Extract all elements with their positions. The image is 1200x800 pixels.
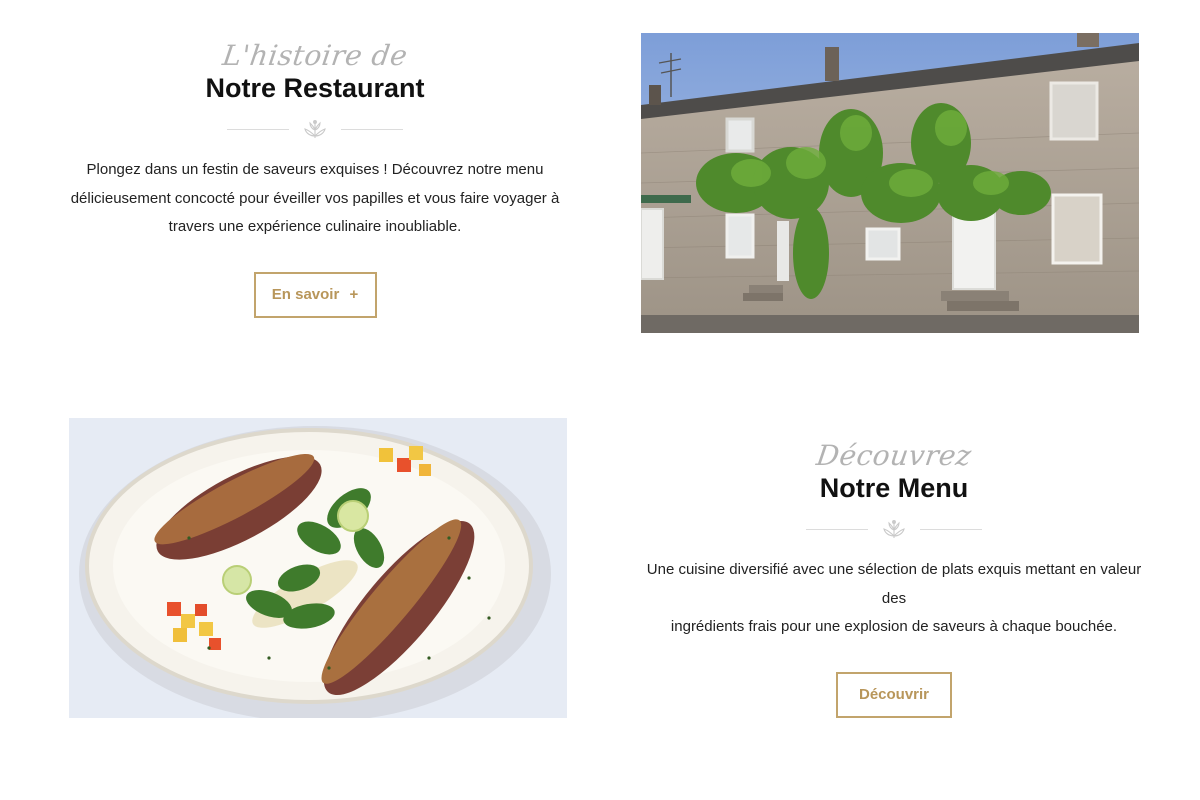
divider-line	[341, 129, 403, 130]
story-paragraph-line: délicieusement concocté pour éveiller vo…	[70, 189, 560, 207]
fleuron-icon	[304, 120, 326, 139]
menu-paragraph-line: ingrédients frais pour une explosion de …	[670, 618, 1118, 635]
learn-more-button-label: En savoir	[271, 285, 340, 303]
story-script-title: L'histoire de	[220, 39, 410, 72]
restaurant-facade-illustration	[641, 33, 1139, 333]
menu-script-title: Découvrez	[814, 439, 974, 472]
plated-dish-illustration	[69, 418, 567, 718]
menu-paragraph-line: Une cuisine diversifié avec une sélectio…	[646, 561, 1142, 607]
story-paragraph-line: travers une expérience culinaire inoubli…	[168, 218, 462, 235]
divider-line	[920, 529, 982, 530]
menu-section: Découvrez Notre Menu Une cuisine diversi…	[640, 439, 1148, 718]
menu-title: Notre Menu	[819, 473, 969, 503]
story-divider	[227, 118, 403, 142]
learn-more-button[interactable]: En savoir +	[253, 271, 377, 318]
divider-line	[806, 529, 868, 530]
fleuron-icon	[883, 520, 905, 538]
divider-line	[227, 129, 289, 130]
menu-divider	[806, 518, 982, 542]
discover-button[interactable]: Découvrir	[836, 671, 952, 718]
story-title: Notre Restaurant	[205, 73, 425, 103]
story-paragraph-line: Plongez dans un festin de saveurs exquis…	[86, 161, 544, 178]
plus-icon: +	[349, 285, 359, 303]
plated-dish-photo	[69, 418, 567, 718]
menu-paragraph: Une cuisine diversifié avec une sélectio…	[640, 556, 1148, 642]
story-section: L'histoire de Notre Restaurant Plongez d…	[70, 39, 560, 318]
restaurant-facade-photo	[641, 33, 1139, 333]
story-paragraph: Plongez dans un festin de saveurs exquis…	[70, 156, 560, 242]
discover-button-label: Découvrir	[858, 685, 930, 703]
